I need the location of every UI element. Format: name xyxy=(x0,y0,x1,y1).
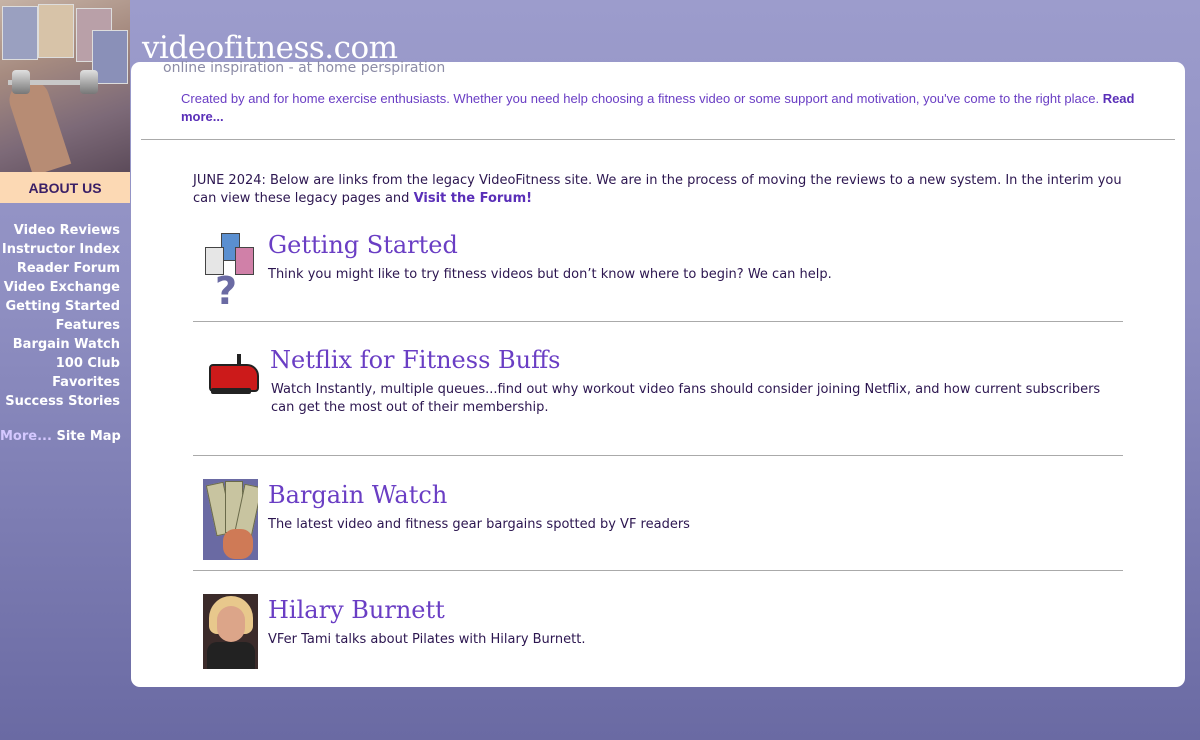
sidebar-more-row: More... Site Map xyxy=(0,429,121,444)
sidebar-item-favorites[interactable]: Favorites xyxy=(0,373,120,392)
item-description: Watch Instantly, multiple queues...find … xyxy=(271,382,1101,415)
video-covers-question-icon[interactable]: ? xyxy=(203,231,255,313)
item-description: The latest video and fitness gear bargai… xyxy=(268,517,690,532)
sidebar-nav: Video Reviews Instructor Index Reader Fo… xyxy=(0,221,121,444)
sidebar-item-100-club[interactable]: 100 Club xyxy=(0,354,120,373)
dumbbell-icon xyxy=(8,70,98,94)
divider xyxy=(193,570,1123,571)
sidebar-item-instructor-index[interactable]: Instructor Index xyxy=(0,240,120,259)
sidebar-item-features[interactable]: Features xyxy=(0,316,120,335)
site-map-link[interactable]: Site Map xyxy=(56,429,120,444)
feature-item-bargain-watch: Bargain Watch The latest video and fitne… xyxy=(193,479,1123,561)
about-us-tab[interactable]: ABOUT US xyxy=(0,172,130,203)
header-photo-workout xyxy=(0,0,130,172)
sidebar-item-bargain-watch[interactable]: Bargain Watch xyxy=(0,335,120,354)
portrait-photo-icon[interactable] xyxy=(203,594,258,669)
feature-item-netflix: Netflix for Fitness Buffs Watch Instantl… xyxy=(193,346,1123,436)
feature-item-hilary-burnett: Hilary Burnett VFer Tami talks about Pil… xyxy=(193,594,1123,670)
intro-body: Created by and for home exercise enthusi… xyxy=(181,91,1100,106)
divider xyxy=(193,455,1123,456)
site-tagline: online inspiration - at home perspiratio… xyxy=(163,60,446,76)
sidebar-item-video-reviews[interactable]: Video Reviews xyxy=(0,221,120,240)
visit-forum-link[interactable]: Visit the Forum! xyxy=(414,191,532,206)
legacy-notice: JUNE 2024: Below are links from the lega… xyxy=(193,172,1123,208)
item-title[interactable]: Netflix for Fitness Buffs xyxy=(270,346,560,374)
feature-item-getting-started: ? Getting Started Think you might like t… xyxy=(193,231,1123,313)
sidebar-item-success-stories[interactable]: Success Stories xyxy=(0,392,120,411)
cash-in-hand-icon[interactable] xyxy=(203,479,258,560)
sidebar-item-video-exchange[interactable]: Video Exchange xyxy=(0,278,120,297)
item-title[interactable]: Getting Started xyxy=(268,231,458,259)
item-title[interactable]: Bargain Watch xyxy=(268,481,447,509)
sidebar-item-reader-forum[interactable]: Reader Forum xyxy=(0,259,120,278)
divider xyxy=(141,139,1175,140)
mailbox-icon[interactable] xyxy=(207,354,259,400)
sidebar-item-getting-started[interactable]: Getting Started xyxy=(0,297,120,316)
item-description: VFer Tami talks about Pilates with Hilar… xyxy=(268,632,586,647)
intro-text: Created by and for home exercise enthusi… xyxy=(181,90,1147,126)
divider xyxy=(193,321,1123,322)
more-link[interactable]: More... xyxy=(0,429,52,444)
item-description: Think you might like to try fitness vide… xyxy=(268,267,832,282)
item-title[interactable]: Hilary Burnett xyxy=(268,596,445,624)
notice-text: JUNE 2024: Below are links from the lega… xyxy=(193,173,1122,206)
